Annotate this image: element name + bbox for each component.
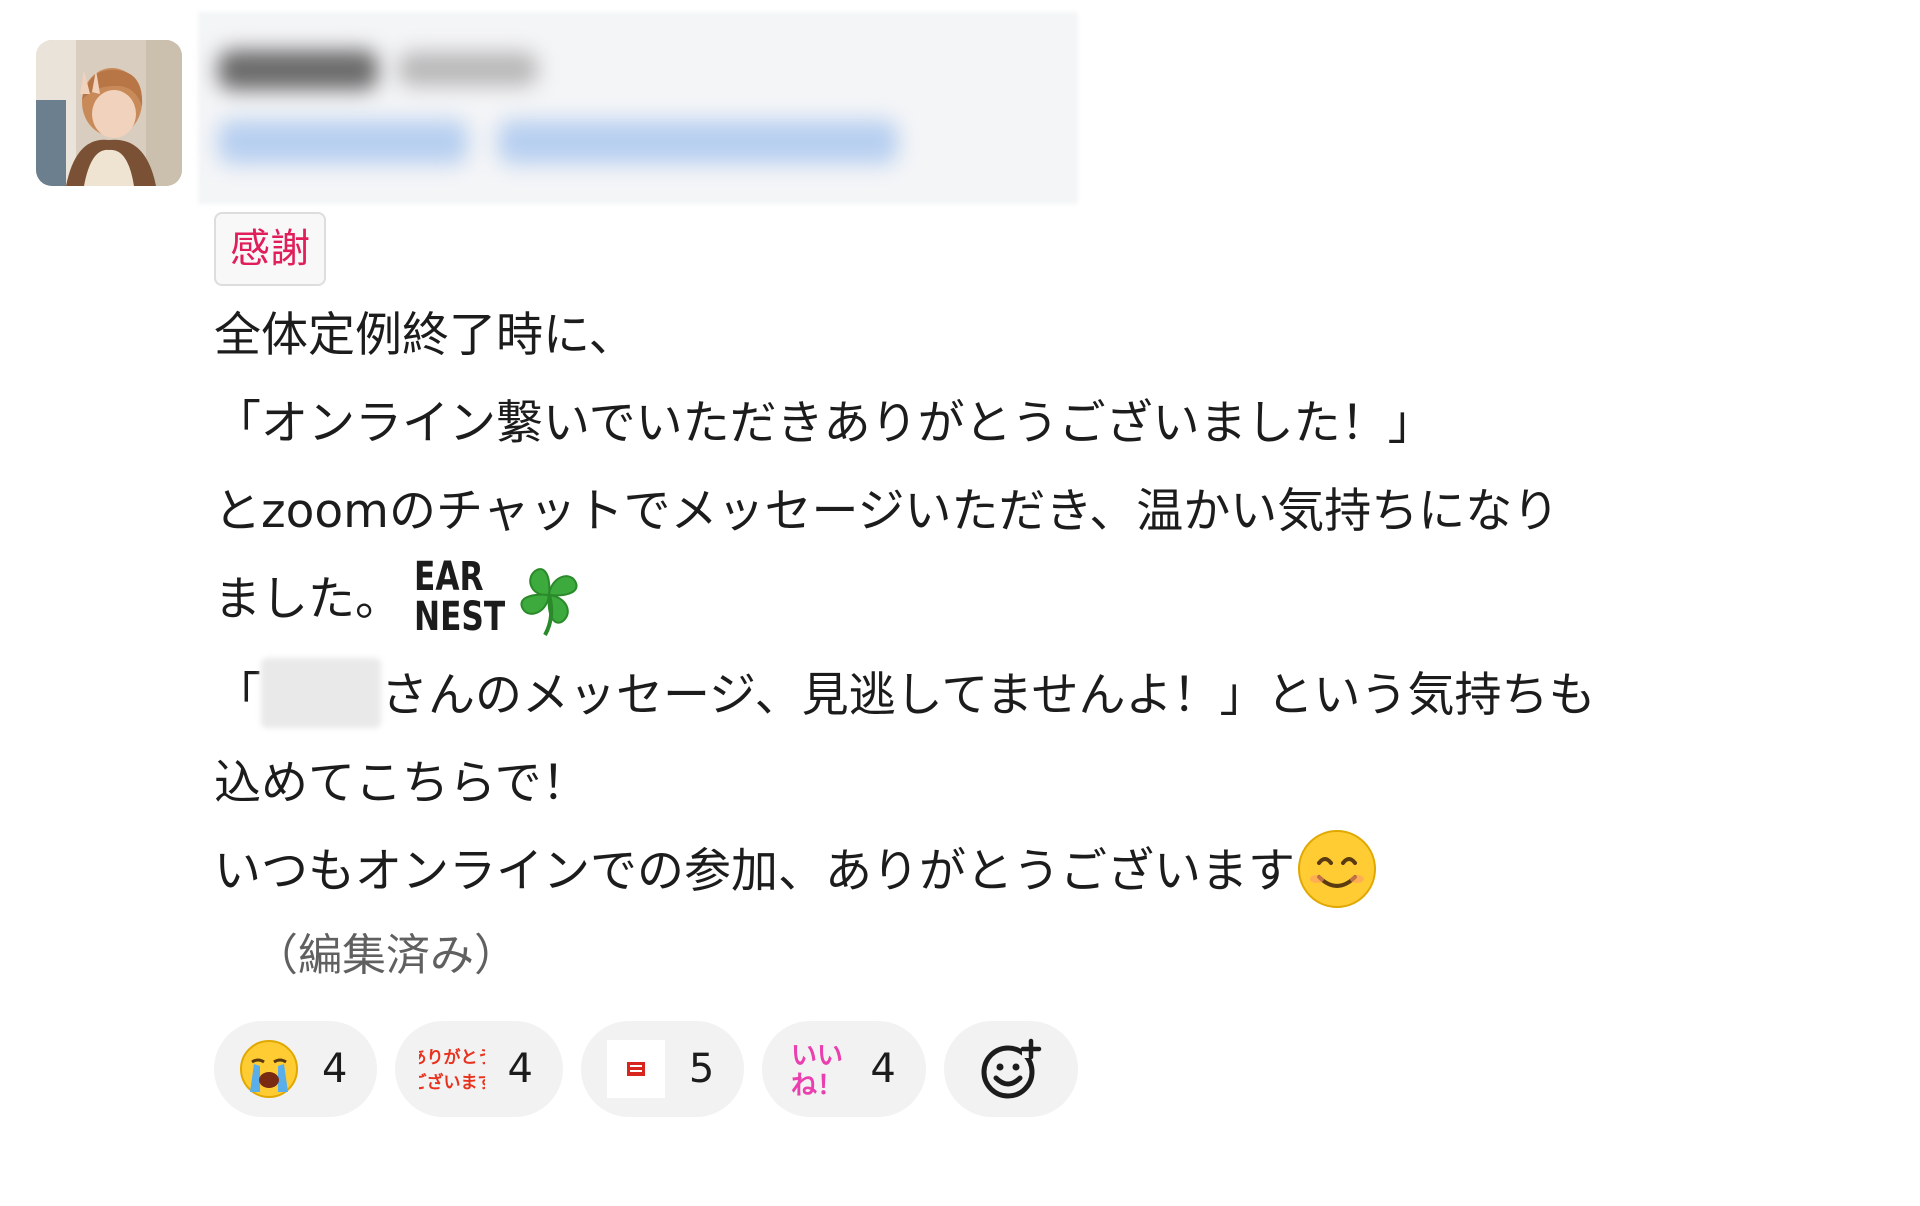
edited-indicator: （編集済み） (254, 929, 518, 981)
avatar[interactable] (36, 40, 182, 186)
reaction-count: 4 (322, 1045, 348, 1092)
custom-red-stamp-icon (606, 1039, 665, 1098)
stamp-text: いい (791, 1041, 843, 1071)
reaction-arigatou[interactable]: ありがとう ございます 4 (395, 1020, 563, 1117)
message-text: いつもオンラインでの参加、ありがとうございます (214, 844, 1295, 899)
stamp-text: ございます (419, 1072, 485, 1093)
message-line: とzoomのチャットでメッセージいただき、温かい気持ちになり (214, 484, 1560, 539)
message-line: 全体定例終了時に、 (214, 308, 636, 363)
message-line: ました。 EAR NEST (214, 556, 1894, 644)
message-body: 全体定例終了時に、 「オンライン繋いでいただきありがとうございました！」 とzo… (214, 292, 1894, 917)
reaction-count: 4 (507, 1045, 533, 1092)
message-text: 「 (214, 668, 261, 723)
blurred-header (198, 12, 1078, 204)
arigatou-gozaimasu-stamp-icon: ありがとう ございます (419, 1047, 485, 1093)
message-text: ました。 (214, 572, 402, 627)
stamp-text: ね！ (791, 1071, 843, 1100)
kansha-tag: 感謝 (214, 212, 326, 286)
add-reaction-icon (981, 1038, 1042, 1098)
four-leaf-clover-icon (520, 567, 578, 636)
avatar-photo (36, 40, 182, 186)
blurred-channel-link (218, 120, 468, 164)
earnest-bottom: NEST (414, 593, 506, 640)
iine-stamp-icon: いい ね！ (791, 1041, 843, 1100)
blurred-timestamp (398, 52, 538, 86)
earnest-emoji-icon: EAR NEST (414, 557, 505, 637)
message-line: 「オンライン繋いでいただきありがとうございました！」 (214, 396, 1435, 451)
reaction-custom-stamp[interactable]: 5 (580, 1020, 745, 1117)
message-text: さんのメッセージ、見逃してませんよ！」という気持ちも (381, 668, 1596, 723)
reaction-count: 5 (688, 1045, 715, 1092)
smiling-face-icon (1298, 829, 1376, 908)
add-reaction-button[interactable] (943, 1020, 1078, 1117)
reaction-loudly-crying[interactable]: 4 (214, 1020, 378, 1117)
stamp-text: ありがとう (419, 1047, 485, 1068)
blurred-channel-link (498, 120, 898, 164)
blurred-username (218, 50, 378, 90)
loudly-crying-face-icon (240, 1039, 298, 1098)
blurred-mention[interactable] (261, 657, 381, 728)
message-line: 「 さんのメッセージ、見逃してませんよ！」という気持ちも (214, 652, 1894, 740)
message-content: 感謝 全体定例終了時に、 「オンライン繋いでいただきありがとうございました！」 … (214, 212, 1894, 1117)
message-line: 込めてこちらで！ (214, 756, 589, 811)
reaction-iine[interactable]: いい ね！ 4 (762, 1020, 926, 1117)
reaction-count: 4 (870, 1045, 896, 1092)
reactions-bar: 4 ありがとう ございます 4 5 いい ね！ 4 (214, 1020, 1894, 1117)
message-line: いつもオンラインでの参加、ありがとうございます (214, 828, 1894, 917)
